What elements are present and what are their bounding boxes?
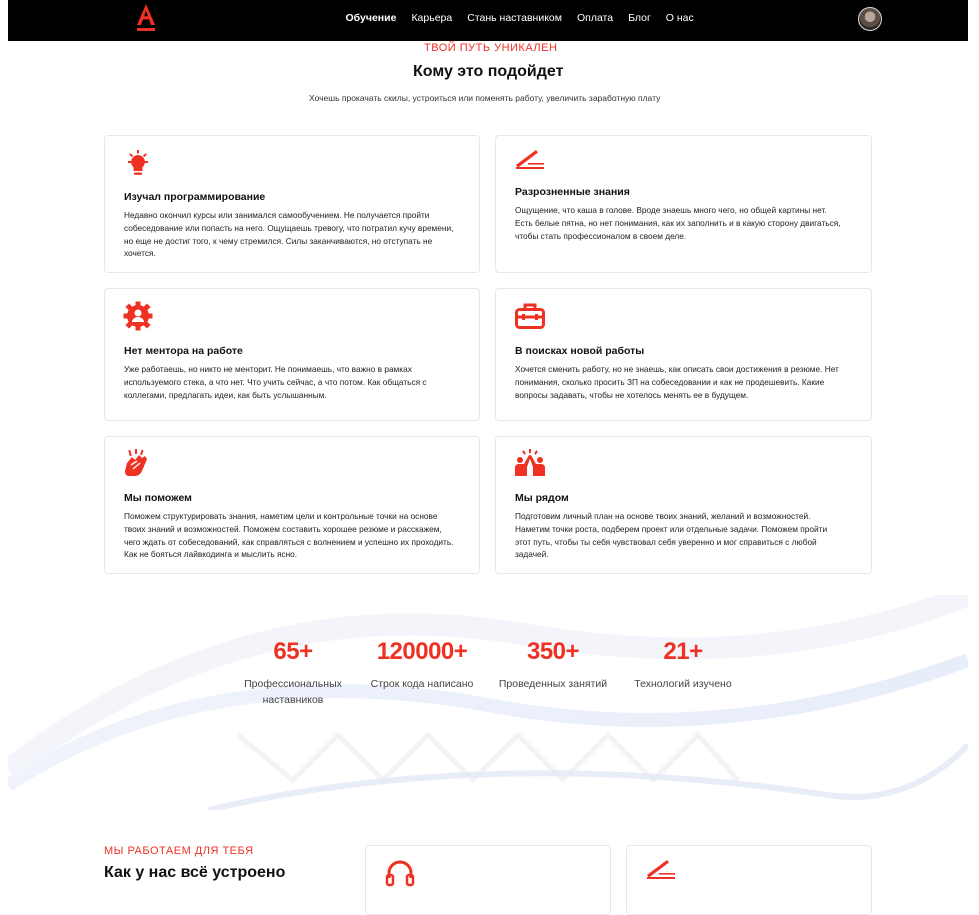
card-title: Разрозненные знания [515,186,630,198]
top-navbar: Обучение Карьера Стань наставником Оплат… [8,0,968,41]
stat-value: 350+ [526,638,580,665]
stat-label: Технологий изучено [634,678,732,690]
stat-value: 120000+ [376,638,468,665]
background-wave-decoration [8,595,968,810]
card-text: Хочется сменить работу, но не знаешь, ка… [515,364,839,400]
user-avatar[interactable] [858,7,882,31]
audience-card: Мы рядом Подготовим личный план на основ… [495,436,872,574]
pencil-icon [516,150,544,169]
stat-value: 65+ [273,638,313,665]
audience-card: В поисках новой работы Хочется сменить р… [495,288,872,421]
briefcase-icon [515,303,545,329]
nav-item-learning[interactable]: Обучение [338,12,404,24]
stat-label: Проведенных занятий [498,678,608,690]
card-text: Недавно окончил курсы или занимался само… [124,210,454,259]
snap-hand-icon [125,449,147,476]
how-card [365,845,611,915]
lightbulb-icon [128,150,148,175]
card-title: Изучал программирование [124,191,266,203]
card-text: Ощущение, что каша в голове. Вроде знаеш… [515,205,841,241]
nav-item-about[interactable]: О нас [658,12,701,24]
stat-lines-of-code: 120000+ Строк кода написано [362,638,482,692]
stat-value: 21+ [663,638,703,665]
audience-card: Нет ментора на работе Уже работаешь, но … [104,288,480,421]
stat-technologies: 21+ Технологий изучено [623,638,743,692]
nav-item-career[interactable]: Карьера [404,12,460,24]
alfa-logo[interactable] [134,4,158,34]
card-text: Подготовим личный план на основе твоих з… [515,511,828,560]
gear-person-icon [123,301,153,331]
nav-item-become-mentor[interactable]: Стань наставником [460,12,570,24]
stat-lessons: 350+ Проведенных занятий [493,638,613,692]
main-nav: Обучение Карьера Стань наставником Оплат… [338,12,701,24]
card-title: В поисках новой работы [515,345,645,357]
card-text: Уже работаешь, но никто не менторит. Не … [124,364,427,400]
nav-item-payment[interactable]: Оплата [569,12,620,24]
card-title: Мы поможем [124,492,192,504]
nav-item-blog[interactable]: Блог [621,12,659,24]
headphones-icon [385,860,415,887]
how-eyebrow: МЫ РАБОТАЕМ ДЛЯ ТЕБЯ [104,845,254,857]
card-title: Мы рядом [515,492,569,504]
section-eyebrow: ТВОЙ ПУТЬ УНИКАЛЕН [424,42,558,54]
stat-mentors: 65+ Профессиональных наставников [233,638,353,708]
how-title: Как у нас всё устроено [104,864,286,881]
audience-card: Разрозненные знания Ощущение, что каша в… [495,135,872,273]
high-five-icon [515,449,545,476]
section-title: Кому это подойдет [413,63,564,80]
section-subtitle: Хочешь прокачать скилы, устроиться или п… [309,93,661,103]
pencil-icon [647,860,675,879]
stat-label: Строк кода написано [370,678,474,690]
audience-card: Изучал программирование Недавно окончил … [104,135,480,273]
card-title: Нет ментора на работе [124,345,243,357]
audience-card: Мы поможем Поможем структурировать знани… [104,436,480,574]
how-card [626,845,872,915]
stat-label: Профессиональных наставников [244,678,342,706]
card-text: Поможем структурировать знания, наметим … [124,511,454,560]
